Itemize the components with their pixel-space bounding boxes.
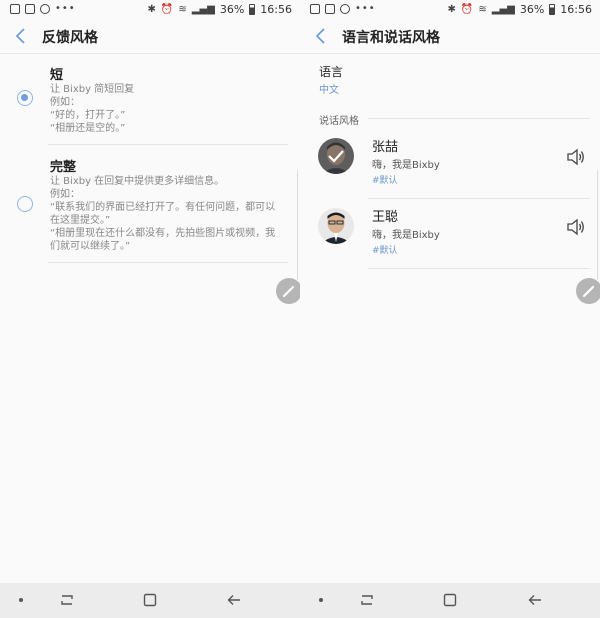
pencil-icon [582, 285, 595, 298]
voice-name: 王聪 [372, 210, 399, 225]
option-desc-line: 让 Bixby 在回复中提供更多详细信息。 [50, 176, 225, 187]
avatar [318, 208, 354, 244]
app-bar: 反馈风格 [0, 20, 300, 54]
pencil-icon [282, 285, 295, 298]
option-desc-line: “相册还是空的。” [50, 123, 126, 134]
bluetooth-icon: ✱ [147, 4, 156, 15]
language-label: 语言 [319, 65, 344, 79]
nav-dot-button[interactable] [312, 591, 330, 609]
option-desc-line: 例如： [50, 97, 80, 108]
recent-apps-button[interactable] [358, 591, 376, 609]
home-icon [143, 593, 157, 607]
language-style-screen: ••• ✱ ⏰ ≋ ▂▄▆ 36% 16:56 语言和说话风格 语言 中文 说话… [300, 0, 600, 618]
battery-percent: 36% [519, 3, 545, 16]
dot-icon [319, 598, 323, 602]
clock: 16:56 [560, 3, 592, 16]
home-button[interactable] [441, 591, 459, 609]
divider [48, 144, 288, 145]
voice-greeting: 嗨，我是Bixby [372, 230, 440, 241]
edge-panel-line [597, 170, 598, 280]
battery-percent: 36% [219, 3, 245, 16]
feedback-style-screen: ••• ✱ ⏰ ≋ ▂▄▆ 36% 16:56 反馈风格 短 让 Bixby 简… [0, 0, 300, 618]
alarm-icon: ⏰ [160, 4, 174, 15]
more-notifications-icon: ••• [355, 3, 376, 14]
nav-back-button[interactable] [225, 591, 243, 609]
back-arrow-icon [227, 595, 240, 605]
voice-item-wangcong[interactable]: 王聪 嗨，我是Bixby #默认 [300, 200, 600, 270]
voice-tag: #默认 [372, 176, 398, 186]
back-arrow-icon [528, 595, 541, 605]
more-notifications-icon: ••• [55, 3, 76, 14]
radio-full[interactable] [17, 196, 33, 212]
radio-short[interactable] [17, 90, 33, 106]
speaker-icon [567, 218, 584, 236]
divider [48, 262, 288, 263]
option-desc-line: 在这里提交。” [50, 215, 111, 226]
page-title: 语言和说话风格 [342, 30, 440, 46]
navigation-bar [0, 583, 600, 618]
edge-panel-handle[interactable] [276, 278, 300, 304]
bag-notification-icon [325, 3, 335, 14]
option-desc-line: 让 Bixby 简短回复 [50, 84, 135, 95]
option-desc-line: “好的，打开了。” [50, 110, 126, 121]
alarm-icon: ⏰ [460, 4, 474, 15]
voice-name: 张喆 [372, 140, 399, 155]
recent-apps-button[interactable] [58, 591, 76, 609]
wifi-icon: ≋ [478, 4, 487, 15]
gallery-notification-icon [310, 3, 320, 14]
smile-notification-icon [340, 3, 350, 14]
nav-back-button[interactable] [526, 591, 544, 609]
app-bar: 语言和说话风格 [300, 20, 600, 54]
nav-dot-button[interactable] [12, 591, 30, 609]
divider [368, 268, 590, 269]
battery-icon [549, 4, 556, 15]
back-button[interactable] [314, 26, 328, 46]
smile-notification-icon [40, 3, 50, 14]
page-title: 反馈风格 [42, 30, 98, 46]
play-sample-button[interactable] [566, 148, 586, 166]
recent-apps-icon [361, 595, 373, 605]
signal-icon: ▂▄▆ [491, 4, 515, 15]
option-desc-line: “联系我们的界面已经打开了。有任何问题，都可以 [50, 202, 276, 213]
option-desc-line: 例如： [50, 189, 80, 200]
bluetooth-icon: ✱ [447, 4, 456, 15]
avatar [318, 138, 354, 174]
edge-panel-line [297, 170, 298, 280]
recent-apps-icon [61, 595, 73, 605]
play-sample-button[interactable] [566, 218, 586, 236]
home-icon [443, 593, 457, 607]
option-title-short: 短 [50, 68, 64, 83]
status-bar: ••• ✱ ⏰ ≋ ▂▄▆ 36% 16:56 [300, 0, 600, 20]
signal-icon: ▂▄▆ [191, 4, 215, 15]
bag-notification-icon [25, 3, 35, 14]
voice-item-zhangzhe[interactable]: 张喆 嗨，我是Bixby #默认 [300, 130, 600, 200]
divider [368, 198, 590, 199]
status-bar: ••• ✱ ⏰ ≋ ▂▄▆ 36% 16:56 [0, 0, 300, 20]
option-desc-line: “相册里现在还什么都没有，先拍些图片或视频，我 [50, 228, 276, 239]
language-setting[interactable]: 语言 中文 [300, 58, 600, 98]
edge-panel-handle[interactable] [576, 278, 600, 304]
dot-icon [19, 598, 23, 602]
speaking-style-header: 说话风格 [319, 116, 359, 127]
option-title-full: 完整 [50, 160, 77, 175]
speaker-icon [567, 148, 584, 166]
divider [368, 118, 590, 119]
language-value: 中文 [319, 85, 339, 96]
chevron-left-icon [15, 28, 25, 44]
battery-icon [249, 4, 256, 15]
voice-tag: #默认 [372, 246, 398, 256]
option-desc-line: 们就可以继续了。” [50, 241, 131, 252]
voice-greeting: 嗨，我是Bixby [372, 160, 440, 171]
back-button[interactable] [14, 26, 28, 46]
home-button[interactable] [141, 591, 159, 609]
clock: 16:56 [260, 3, 292, 16]
wifi-icon: ≋ [178, 4, 187, 15]
chevron-left-icon [315, 28, 325, 44]
gallery-notification-icon [10, 3, 20, 14]
